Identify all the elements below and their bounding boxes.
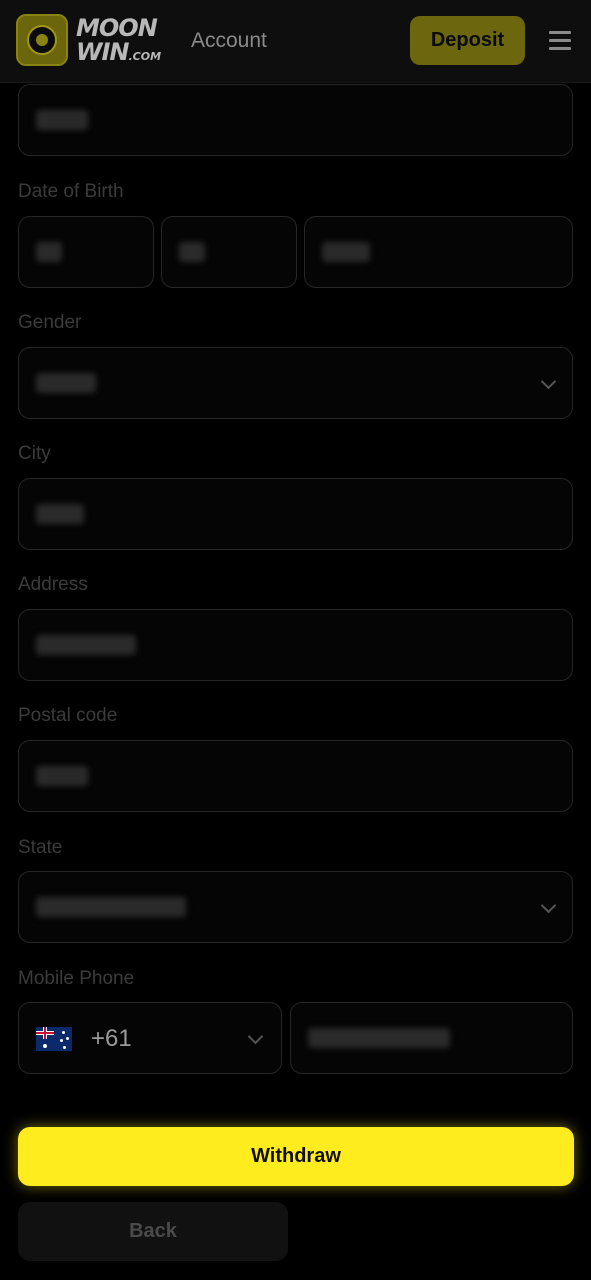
dob-year-field[interactable]	[304, 216, 573, 288]
moonwin-logo-icon[interactable]	[16, 14, 68, 66]
name-field[interactable]	[18, 84, 573, 156]
brand-wordmark[interactable]: MOON WIN.COM	[76, 16, 161, 69]
redacted-value	[36, 373, 96, 393]
postal-code-field[interactable]	[18, 740, 573, 812]
gender-label: Gender	[18, 312, 82, 333]
dob-label: Date of Birth	[18, 181, 124, 202]
postal-code-label: Postal code	[18, 705, 118, 726]
redacted-value	[36, 242, 62, 262]
city-label: City	[18, 443, 51, 464]
redacted-value	[36, 504, 84, 524]
australia-flag-icon	[36, 1027, 72, 1051]
brand-line-2: WIN.COM	[76, 40, 161, 69]
menu-bar	[549, 31, 571, 34]
top-header: MOON WIN.COM Account Deposit	[0, 0, 591, 83]
redacted-value	[36, 897, 186, 917]
dob-month-field[interactable]	[161, 216, 297, 288]
page-title: Account	[191, 29, 267, 52]
country-code-select[interactable]: +61	[18, 1002, 282, 1074]
mobile-phone-label: Mobile Phone	[18, 968, 135, 989]
redacted-value	[179, 242, 205, 262]
back-button[interactable]: Back	[18, 1202, 288, 1261]
chevron-down-icon	[540, 373, 557, 390]
account-page: MOON WIN.COM Account Deposit Date of Bir…	[0, 0, 591, 1280]
redacted-value	[36, 635, 136, 655]
redacted-value	[308, 1028, 450, 1048]
menu-bar	[549, 39, 571, 42]
redacted-value	[322, 242, 370, 262]
withdraw-button[interactable]: Withdraw	[18, 1127, 574, 1186]
brand-line-2-text: WIN	[76, 38, 129, 66]
brand-suffix: .COM	[128, 50, 162, 63]
dob-day-field[interactable]	[18, 216, 154, 288]
menu-bar	[549, 47, 571, 50]
redacted-value	[36, 110, 88, 130]
deposit-button[interactable]: Deposit	[410, 16, 525, 65]
state-label: State	[18, 837, 63, 858]
redacted-value	[36, 766, 88, 786]
chevron-down-icon	[247, 1028, 264, 1045]
moon-ring-icon	[27, 25, 57, 55]
address-field[interactable]	[18, 609, 573, 681]
country-code-value: +61	[91, 1025, 132, 1052]
address-label: Address	[18, 574, 88, 595]
gender-select[interactable]	[18, 347, 573, 419]
state-select[interactable]	[18, 871, 573, 943]
chevron-down-icon	[540, 897, 557, 914]
hamburger-menu-icon[interactable]	[549, 31, 571, 51]
phone-number-field[interactable]	[290, 1002, 573, 1074]
city-field[interactable]	[18, 478, 573, 550]
